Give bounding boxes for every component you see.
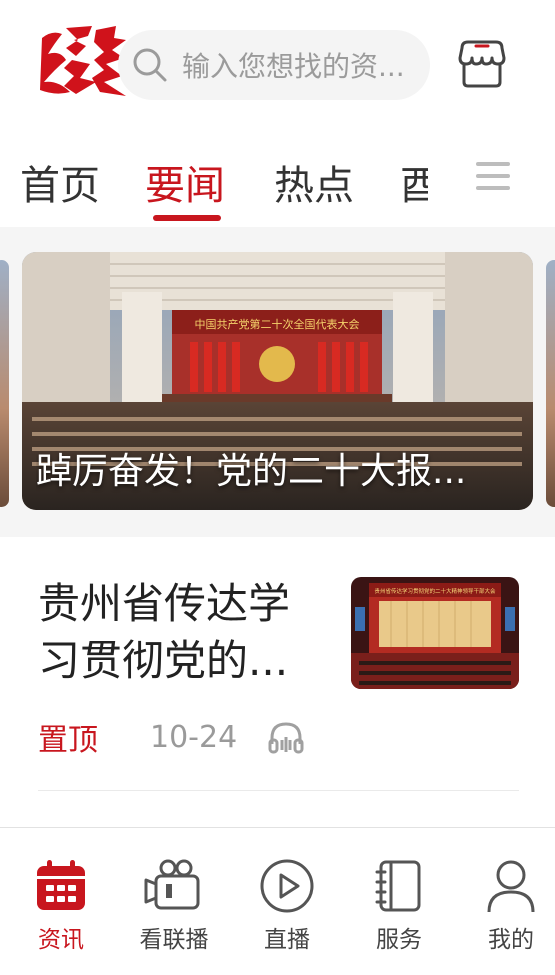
banner-slide[interactable]: 中国共产党第二十次全国代表大会 踔厉奋发！党的二十大报...: [22, 252, 533, 510]
nav-label-services: 服务: [376, 927, 422, 953]
shop-icon[interactable]: [456, 38, 508, 90]
play-icon: [260, 859, 314, 913]
nav-label-news: 资讯: [38, 927, 84, 953]
headphones-icon[interactable]: [267, 718, 305, 756]
banner-caption: 踔厉奋发！党的二十大报...: [36, 451, 467, 492]
news-thumb-slogan: 贵州省传达学习贯彻党的二十大精神领导干部大会: [374, 587, 496, 595]
tab-hot[interactable]: 热点: [274, 153, 354, 211]
banner-slogan: 中国共产党第二十次全国代表大会: [195, 317, 360, 331]
nav-item-live[interactable]: 直播: [232, 858, 342, 954]
news-divider: [38, 790, 519, 791]
pinned-badge: 置顶: [38, 723, 98, 758]
nav-label-profile: 我的: [488, 927, 534, 953]
news-date: 10-24: [150, 719, 238, 755]
tab-clipped[interactable]: 酉: [400, 145, 428, 205]
nav-item-services[interactable]: 服务: [344, 858, 454, 954]
tab-home[interactable]: 首页: [20, 153, 100, 211]
news-meta: 置顶 10-24: [38, 717, 305, 758]
banner-prev-peek[interactable]: [0, 260, 9, 507]
active-tab-indicator: [153, 215, 221, 221]
tab-news[interactable]: 要闻: [145, 153, 225, 211]
search-bar[interactable]: 输入您想找的资...: [118, 30, 430, 100]
bottom-nav: 资讯 看联播 直播 服务 我的: [0, 827, 555, 975]
news-thumbnail[interactable]: 贵州省传达学习贯彻党的二十大精神领导干部大会: [351, 577, 519, 689]
nav-label-live: 直播: [264, 927, 310, 953]
nav-item-news[interactable]: 资讯: [6, 858, 116, 954]
top-bar: 输入您想找的资...: [0, 0, 555, 125]
banner-next-peek[interactable]: [546, 260, 555, 507]
calendar-icon: [37, 860, 85, 910]
menu-icon[interactable]: [476, 159, 510, 193]
banner-carousel: 中国共产党第二十次全国代表大会 踔厉奋发！党的二十大报...: [0, 227, 555, 537]
nav-item-profile[interactable]: 我的: [456, 858, 555, 954]
nav-item-broadcast[interactable]: 看联播: [119, 858, 229, 954]
notebook-icon: [375, 860, 421, 912]
video-camera-icon: [144, 859, 200, 910]
search-placeholder: 输入您想找的资...: [182, 50, 405, 83]
search-icon: [133, 48, 167, 82]
news-item[interactable]: 贵州省传达学习贯彻党的... 贵州省传达学习贯彻党的二十大精神领导干部大会 置顶…: [0, 537, 555, 827]
news-thumbnail-image: 贵州省传达学习贯彻党的二十大精神领导干部大会: [351, 577, 519, 689]
app-root: 输入您想找的资... 首页 要闻 热点 酉 中国共产党第二十次全国代表大会 踔厉…: [0, 0, 555, 975]
channel-tabs: 首页 要闻 热点 酉: [0, 125, 555, 227]
tab-clipped-label: 酉: [400, 163, 428, 205]
news-title[interactable]: 贵州省传达学习贯彻党的...: [38, 575, 328, 689]
nav-label-broadcast: 看联播: [139, 927, 209, 953]
user-icon: [487, 860, 535, 913]
